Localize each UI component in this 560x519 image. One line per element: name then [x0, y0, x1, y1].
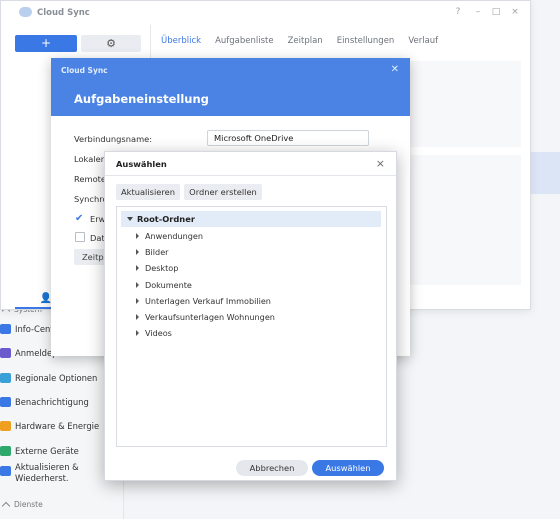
- caret-right-icon[interactable]: [136, 282, 139, 288]
- tree-node-label: Bilder: [145, 247, 169, 257]
- info-icon: [0, 324, 11, 334]
- login-portal-icon: [0, 348, 11, 358]
- tab-task-list[interactable]: Aufgabenliste: [215, 36, 274, 46]
- tree-node[interactable]: Verkaufsunterlagen Wohnungen: [136, 310, 275, 324]
- window-title: Cloud Sync: [37, 8, 90, 18]
- refresh-button[interactable]: Aktualisieren: [116, 184, 180, 200]
- tree-node[interactable]: Desktop: [136, 261, 178, 275]
- settings-button[interactable]: ⚙: [81, 35, 141, 52]
- tree-root-node[interactable]: Root-Ordner: [121, 211, 381, 227]
- select-button[interactable]: Auswählen: [312, 460, 384, 476]
- tree-node-label: Verkaufsunterlagen Wohnungen: [145, 312, 275, 322]
- sidebar-item-label: Externe Geräte: [15, 446, 79, 456]
- remote-path-label: Remote: [74, 174, 107, 184]
- tree-node-label: Root-Ordner: [137, 214, 195, 224]
- dialog-app-name: Cloud Sync: [61, 66, 108, 75]
- dialog-title: Aufgabeneinstellung: [74, 92, 209, 106]
- external-devices-icon: [0, 446, 11, 456]
- option-checkbox[interactable]: [75, 232, 85, 242]
- close-icon[interactable]: ×: [376, 157, 385, 170]
- caret-right-icon[interactable]: [136, 314, 139, 320]
- tab-settings[interactable]: Einstellungen: [337, 36, 395, 46]
- section-services-label: Dienste: [14, 499, 43, 509]
- folder-tree: Root-Ordner Anwendungen Bilder Desktop D…: [116, 206, 387, 447]
- caret-down-icon[interactable]: [127, 217, 133, 221]
- help-button[interactable]: ?: [453, 7, 463, 17]
- window-titlebar[interactable]: Cloud Sync ? – □ ×: [1, 1, 530, 25]
- dialog-header[interactable]: Cloud Sync ✕ Aufgabeneinstellung: [51, 58, 410, 116]
- section-services[interactable]: Dienste: [0, 498, 43, 510]
- divider: [105, 175, 396, 176]
- close-icon[interactable]: ✕: [391, 64, 399, 75]
- chevron-up-icon: [1, 501, 11, 510]
- caret-right-icon[interactable]: [136, 249, 139, 255]
- tree-node-label: Videos: [145, 328, 172, 338]
- tree-node-label: Dokumente: [145, 280, 192, 290]
- caret-right-icon[interactable]: [136, 265, 139, 271]
- tree-node[interactable]: Videos: [136, 326, 172, 340]
- dialog-title: Auswählen: [116, 159, 167, 169]
- tree-node[interactable]: Dokumente: [136, 278, 192, 292]
- sidebar-item-label-line2: Wiederherst.: [15, 473, 69, 483]
- local-path-label: Lokaler: [74, 154, 105, 164]
- update-restore-icon: [0, 466, 11, 476]
- sync-direction-label: Synchro: [74, 194, 108, 204]
- select-folder-dialog: Auswählen × Aktualisieren Ordner erstell…: [104, 151, 397, 481]
- checkmark-icon[interactable]: ✔: [75, 213, 83, 224]
- create-folder-button[interactable]: Ordner erstellen: [184, 184, 262, 200]
- option-checkbox-label: Dat: [90, 233, 105, 243]
- caret-right-icon[interactable]: [136, 233, 139, 239]
- maximize-button[interactable]: □: [491, 7, 501, 17]
- tree-node-label: Unterlagen Verkauf Immobilien: [145, 296, 271, 306]
- tab-overview[interactable]: Überblick: [161, 36, 201, 46]
- tab-history[interactable]: Verlauf: [408, 36, 438, 46]
- connection-name-input[interactable]: Microsoft OneDrive: [207, 130, 369, 146]
- tree-node-label: Desktop: [145, 263, 179, 273]
- caret-right-icon[interactable]: [136, 298, 139, 304]
- regional-options-icon: [0, 373, 11, 383]
- cloud-sync-tabs: Überblick Aufgabenliste Zeitplan Einstel…: [161, 36, 452, 46]
- add-button[interactable]: +: [15, 35, 77, 52]
- cloud-sync-logo-icon: [19, 7, 32, 17]
- sidebar-item-label: Regionale Optionen: [15, 373, 98, 383]
- notification-icon: [0, 397, 11, 407]
- tree-node-label: Anwendungen: [145, 231, 204, 241]
- close-button[interactable]: ×: [510, 7, 520, 17]
- tree-node[interactable]: Unterlagen Verkauf Immobilien: [136, 294, 271, 308]
- sidebar-item-label-group: Aktualisieren & Wiederherst.: [15, 462, 79, 484]
- tab-schedule[interactable]: Zeitplan: [288, 36, 323, 46]
- minimize-button[interactable]: –: [473, 7, 483, 17]
- hardware-icon: [0, 421, 11, 431]
- sidebar-item-label: Aktualisieren &: [15, 462, 79, 472]
- caret-right-icon[interactable]: [136, 330, 139, 336]
- cancel-button[interactable]: Abbrechen: [236, 460, 308, 476]
- gear-icon: ⚙: [106, 37, 116, 50]
- tree-node[interactable]: Anwendungen: [136, 229, 203, 243]
- tree-node[interactable]: Bilder: [136, 245, 169, 259]
- connection-name-label: Verbindungsname:: [74, 134, 153, 144]
- sidebar-item-label: Hardware & Energie: [15, 421, 100, 431]
- sidebar-item-label: Benachrichtigung: [15, 397, 89, 407]
